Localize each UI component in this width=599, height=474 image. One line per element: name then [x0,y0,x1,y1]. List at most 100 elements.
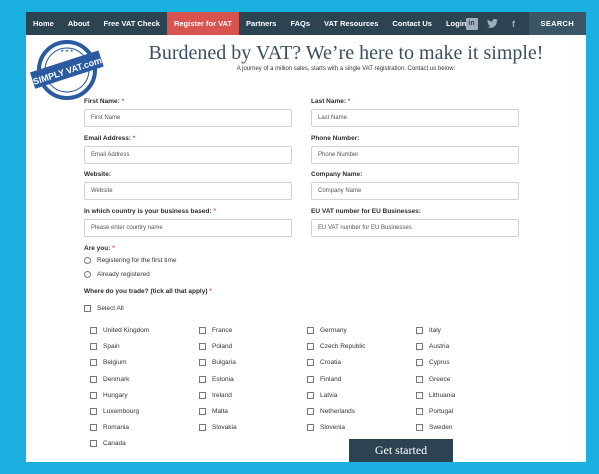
country-checkbox-spain[interactable]: Spain [90,343,120,351]
nav-contact-us[interactable]: Contact Us [385,12,439,35]
radio-first-time[interactable]: Registering for the first time [84,257,176,264]
country-checkbox-france[interactable]: France [199,327,232,334]
first-name-field[interactable]: First Name [84,109,292,127]
eu-vat-field[interactable]: EU VAT number for EU Businesses [311,219,519,237]
checkbox[interactable] [90,424,97,432]
country-checkbox-finland[interactable]: Finland [307,375,341,383]
last-name-label-text: Last Name: [311,98,347,105]
last-name-label: Last Name: * [311,98,350,105]
country-checkbox-germany[interactable]: Germany [307,327,347,334]
checkbox[interactable] [199,375,206,383]
checkbox[interactable] [90,440,97,448]
country-checkbox-cyprus[interactable]: Cyprus [416,359,450,367]
checkbox-label: Bulgaria [212,359,236,367]
page-title: Burdened by VAT? We’re here to make it s… [148,42,544,64]
checkbox[interactable] [307,391,314,399]
checkbox[interactable] [416,375,423,383]
select-all-checkbox[interactable]: Select All [84,305,124,312]
radio-already-registered[interactable]: Already registered [84,271,150,278]
last-name-field[interactable]: Last Name [311,109,519,127]
checkbox[interactable] [307,327,314,334]
checkbox[interactable] [307,343,314,351]
checkbox[interactable] [90,391,97,399]
country-checkbox-romania[interactable]: Romania [90,424,129,432]
nav-vat-resources[interactable]: VAT Resources [317,12,385,35]
checkbox[interactable] [90,408,97,415]
radio-button[interactable] [84,271,91,278]
country-checkbox-portugal[interactable]: Portugal [416,408,453,415]
checkbox[interactable] [416,408,423,415]
get-started-button[interactable]: Get started [349,439,453,462]
checkbox[interactable] [307,408,314,415]
country-checkbox-italy[interactable]: Italy [416,327,441,334]
nav-faqs[interactable]: FAQs [283,12,317,35]
checkbox[interactable] [199,343,206,351]
checkbox[interactable] [416,343,423,351]
country-field[interactable]: Please enter country name [84,219,292,237]
country-checkbox-croatia[interactable]: Croatia [307,359,341,367]
checkbox[interactable] [90,375,97,383]
company-field[interactable]: Company Name [311,182,519,200]
checkbox[interactable] [416,359,423,367]
checkbox-label: Denmark [103,375,130,383]
page-subtitle: A journey of a million sales, starts wit… [236,66,456,72]
country-checkbox-belgium[interactable]: Belgium [90,359,126,367]
country-checkbox-canada[interactable]: Canada [90,440,126,448]
country-checkbox-ireland[interactable]: Ireland [199,391,232,399]
country-checkbox-latvia[interactable]: Latvia [307,391,337,399]
checkbox[interactable] [416,424,423,432]
search-button[interactable]: SEARCH [528,12,586,35]
country-checkbox-slovakia[interactable]: Slovakia [199,424,237,432]
checkbox-label: France [212,327,233,334]
checkbox-label: Netherlands [320,408,356,415]
checkbox[interactable] [199,424,206,432]
country-checkbox-netherlands[interactable]: Netherlands [307,408,355,415]
nav-register-for-vat[interactable]: Register for VAT [166,12,240,35]
required-marker: * [121,98,125,105]
country-checkbox-malta[interactable]: Malta [199,408,228,415]
checkbox[interactable] [90,327,97,334]
checkbox[interactable] [307,375,314,383]
country-checkbox-luxembourg[interactable]: Luxembourg [90,408,139,415]
country-checkbox-greece[interactable]: Greece [416,375,450,383]
nav-home[interactable]: Home [26,12,61,35]
checkbox[interactable] [199,359,206,367]
checkbox[interactable] [307,359,314,367]
country-checkbox-estonia[interactable]: Estonia [199,375,234,383]
checkbox-label: Estonia [212,375,234,383]
checkbox[interactable] [199,408,206,415]
linkedin-icon[interactable]: in [465,17,478,30]
country-checkbox-hungary[interactable]: Hungary [90,391,128,399]
phone-field[interactable]: Phone Number [311,146,519,164]
page-frame: Home About Free VAT Check Register for V… [26,12,586,462]
country-checkbox-sweden[interactable]: Sweden [416,424,453,432]
checkbox[interactable] [416,327,423,334]
checkbox[interactable] [90,343,97,351]
country-checkbox-czech-republic[interactable]: Czech Republic [307,343,366,351]
country-checkbox-poland[interactable]: Poland [199,343,233,351]
checkbox[interactable] [199,327,206,334]
checkbox-label: Czech Republic [320,343,366,351]
checkbox[interactable] [416,391,423,399]
simply-vat-logo[interactable]: SIMPLY VAT.com ★ ★ ★ [29,39,104,101]
checkbox[interactable] [199,391,206,399]
checkbox-label: Poland [212,343,233,351]
checkbox[interactable] [84,305,91,312]
country-checkbox-austria[interactable]: Austria [416,343,449,351]
country-checkbox-united-kingdom[interactable]: United Kingdom [90,327,149,334]
are-you-label-text: Are you: [84,245,111,252]
nav-about[interactable]: About [61,12,97,35]
facebook-icon[interactable]: f [508,18,520,30]
checkbox[interactable] [90,359,97,367]
website-field[interactable]: Website [84,182,292,200]
country-checkbox-bulgaria[interactable]: Bulgaria [199,359,236,367]
email-field[interactable]: Email Address [84,146,292,164]
checkbox[interactable] [307,424,314,432]
nav-partners[interactable]: Partners [239,12,283,35]
radio-button[interactable] [84,257,91,264]
nav-free-vat-check[interactable]: Free VAT Check [97,12,167,35]
country-checkbox-slovenia[interactable]: Slovenia [307,424,345,432]
country-checkbox-lithuania[interactable]: Lithuania [416,391,455,399]
twitter-icon[interactable] [487,18,499,30]
country-checkbox-denmark[interactable]: Denmark [90,375,130,383]
